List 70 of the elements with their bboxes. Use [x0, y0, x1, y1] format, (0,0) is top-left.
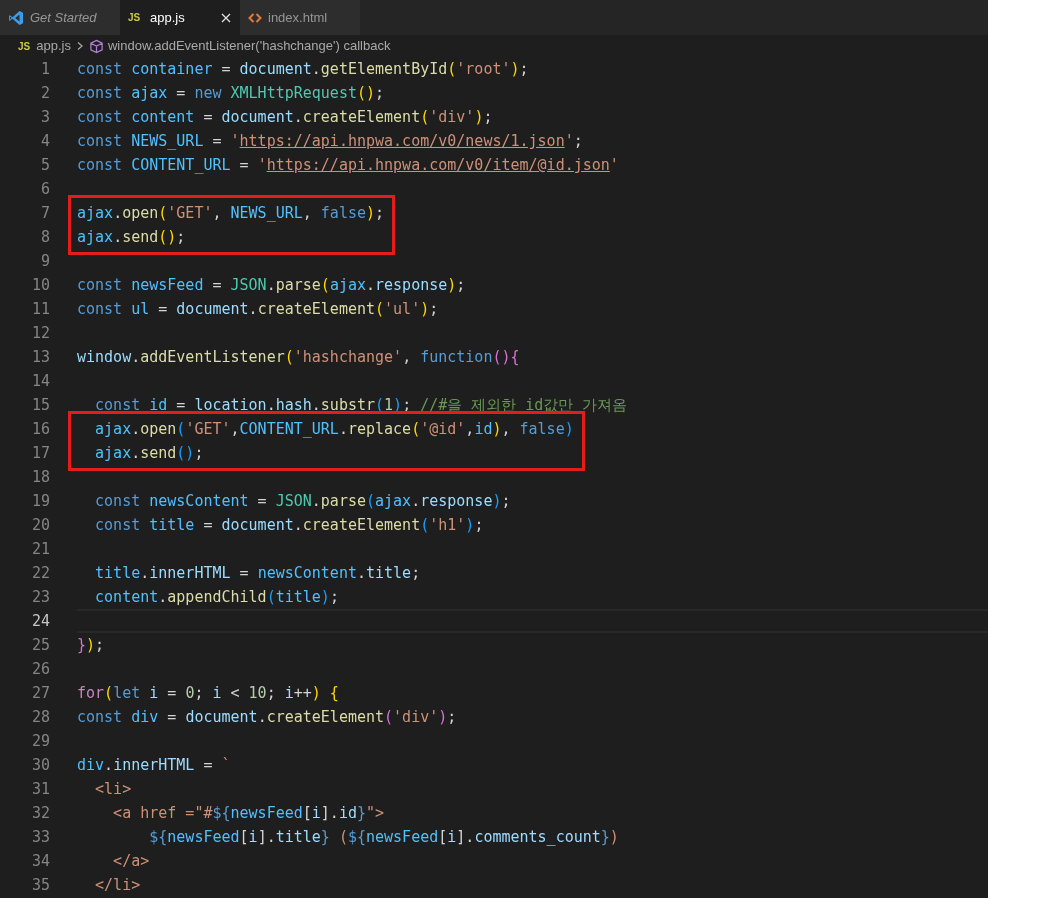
line-number: 27 — [30, 683, 51, 704]
line-number: 30 — [30, 755, 51, 776]
line-number: 6 — [39, 179, 51, 200]
line-number: 24 — [30, 611, 51, 632]
code-line: const ajax = new XMLHttpRequest(); — [77, 83, 385, 104]
close-icon — [220, 11, 232, 24]
line-number: 23 — [30, 587, 51, 608]
editor-tab[interactable]: JS app.js — [120, 0, 240, 35]
line-number: 15 — [30, 395, 51, 416]
line-number: 1 — [39, 59, 51, 80]
code-line: const newsFeed = JSON.parse(ajax.response); — [77, 275, 466, 296]
line-number: 21 — [30, 539, 51, 560]
line-number: 20 — [30, 515, 51, 536]
code-line: window.addEventListener('hashchange', function(){ — [77, 347, 520, 368]
line-number: 8 — [39, 227, 51, 248]
line-number: 19 — [30, 491, 51, 512]
code-line: const div = document.createElement('div'); — [77, 707, 457, 728]
line-number: 16 — [30, 419, 51, 440]
code-line: const NEWS_URL = 'https://api.hnpwa.com/v0/news/1.json'; — [77, 131, 583, 152]
line-number: 18 — [30, 467, 51, 488]
code-line: ajax.open('GET',CONTENT_URL.replace('@id',id), false) — [94, 419, 574, 440]
code-line: <li> — [94, 779, 132, 800]
js-file-icon: JS — [128, 10, 144, 25]
code-line: ${newsFeed[i].title} (${newsFeed[i].comments_count}) — [148, 827, 619, 848]
code-line: title.innerHTML = newsContent.title; — [94, 563, 421, 584]
line-number: 25 — [30, 635, 51, 656]
breadcrumb-file[interactable]: app.js — [36, 36, 71, 56]
line-number: 9 — [39, 251, 51, 272]
line-number: 11 — [30, 299, 51, 320]
code-line: const content = document.createElement('div'); — [77, 107, 493, 128]
code-line: </li> — [94, 875, 141, 896]
code-line: content.appendChild(title); — [94, 587, 339, 608]
code-line: const title = document.createElement('h1'); — [94, 515, 484, 536]
line-number: 29 — [30, 731, 51, 752]
code-line: const container = document.getElementById('root'); — [77, 59, 529, 80]
editor-tab[interactable]: index.html — [240, 0, 360, 35]
line-number: 35 — [30, 875, 51, 896]
line-number: 2 — [39, 83, 51, 104]
code-line: ajax.open('GET', NEWS_URL, false); — [77, 203, 385, 224]
line-number: 22 — [30, 563, 51, 584]
cube-icon — [88, 38, 104, 54]
code-line: div.innerHTML = ` — [77, 755, 231, 776]
line-number: 26 — [30, 659, 51, 680]
line-number: 34 — [30, 851, 51, 872]
line-number: 7 — [39, 203, 51, 224]
breadcrumb-symbol[interactable]: window.addEventListener('hashchange') callback — [107, 36, 391, 56]
line-number: 14 — [30, 371, 51, 392]
line-number: 4 — [39, 131, 51, 152]
line-number: 5 — [39, 155, 51, 176]
code-line: const CONTENT_URL = 'https://api.hnpwa.com/v0/item/@id.json' — [77, 155, 619, 176]
code-line: }); — [77, 635, 105, 656]
line-number: 32 — [30, 803, 51, 824]
line-number: 28 — [30, 707, 51, 728]
line-number: 12 — [30, 323, 51, 344]
line-number: 3 — [39, 107, 51, 128]
line-number: 17 — [30, 443, 51, 464]
code-line: ajax.send(); — [77, 227, 187, 248]
line-number: 10 — [30, 275, 51, 296]
code-line: <a href ="#${newsFeed[i].id}"> — [112, 803, 385, 824]
line-number: 33 — [30, 827, 51, 848]
code-line: for(let i = 0; i < 10; i++) { — [77, 683, 339, 704]
code-line: ajax.send(); — [94, 443, 205, 464]
vscode-logo-icon — [8, 9, 24, 26]
js-file-icon: JS — [18, 38, 31, 54]
line-number: 13 — [30, 347, 51, 368]
code-line: const newsContent = JSON.parse(ajax.response); — [94, 491, 511, 512]
line-number: 31 — [30, 779, 51, 800]
code-line: const ul = document.createElement('ul'); — [77, 299, 439, 320]
code-line: </a> — [112, 851, 150, 872]
editor-tab[interactable]: Get Started — [0, 0, 120, 35]
